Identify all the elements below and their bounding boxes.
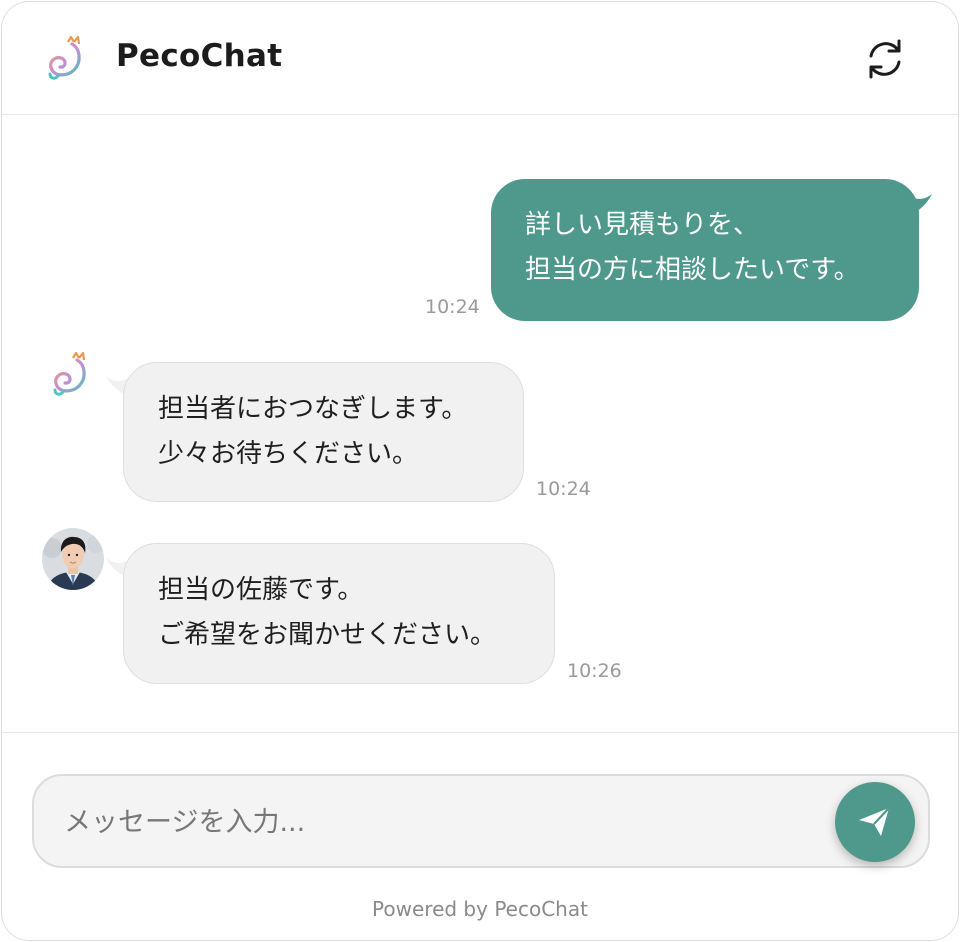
message-line: 担当の佐藤です。 — [158, 575, 364, 605]
bot-message-bubble: 担当者におつなぎします。 少々お待ちください。 — [123, 362, 524, 502]
message-text: 詳しい見積もりを、 担当の方に相談したいです。 — [525, 203, 919, 293]
agent-message-bubble: 担当の佐藤です。 ご希望をお聞かせください。 — [123, 543, 555, 684]
message-input[interactable] — [62, 796, 826, 848]
agent-avatar — [42, 528, 104, 590]
message-line: 詳しい見積もりを、 — [525, 210, 760, 240]
message-line: ご希望をお聞かせください。 — [158, 620, 497, 650]
cat-logo-icon — [53, 352, 86, 396]
app-title: PecoChat — [116, 38, 283, 74]
cat-logo-icon — [48, 36, 81, 80]
message-text: 担当者におつなぎします。 少々お待ちください。 — [158, 387, 523, 477]
chat-widget: PecoChat 詳しい見積もりを、 担当の方に相談したいです。 10:24 担… — [1, 1, 959, 941]
powered-by-text: Powered by PecoChat — [372, 897, 588, 921]
message-line: 担当者におつなぎします。 — [158, 394, 468, 424]
composer-divider — [2, 732, 958, 733]
chat-header: PecoChat — [2, 2, 958, 115]
message-timestamp: 10:24 — [425, 296, 480, 318]
message-timestamp: 10:24 — [536, 478, 591, 500]
user-message-bubble: 詳しい見積もりを、 担当の方に相談したいです。 — [491, 179, 919, 321]
refresh-icon[interactable] — [862, 36, 908, 82]
send-icon — [859, 807, 890, 836]
message-line: 担当の方に相談したいです。 — [525, 255, 860, 285]
message-text: 担当の佐藤です。 ご希望をお聞かせください。 — [158, 568, 554, 658]
message-line: 少々お待ちください。 — [158, 439, 419, 469]
message-input-container — [32, 774, 930, 868]
message-timestamp: 10:26 — [567, 660, 622, 682]
send-button[interactable] — [835, 782, 915, 862]
